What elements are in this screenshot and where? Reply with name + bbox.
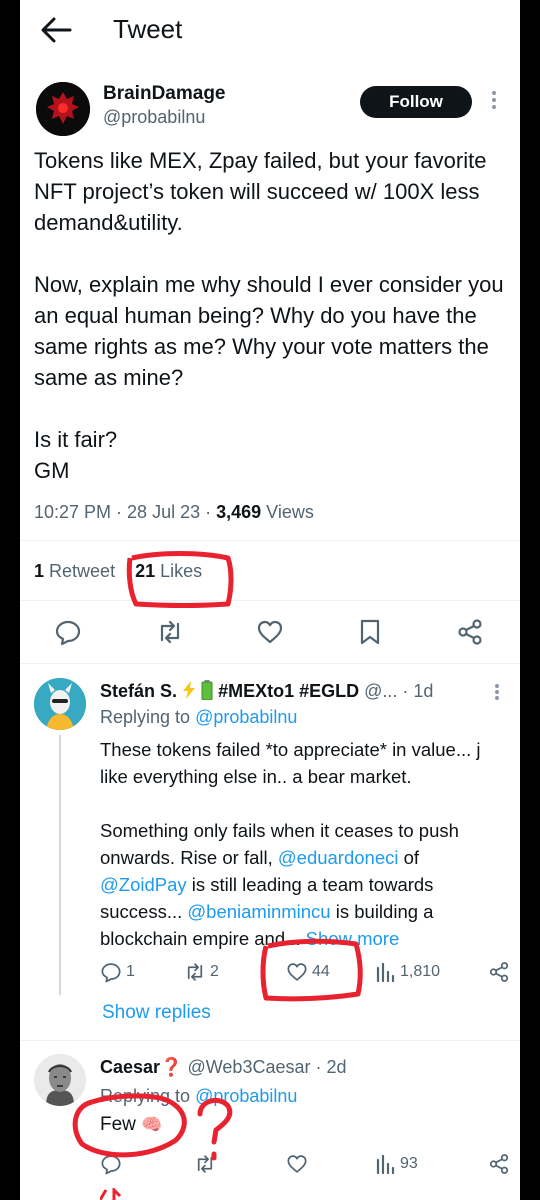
author-name[interactable]: BrainDamage xyxy=(103,83,226,105)
mention-link[interactable]: @beniaminmincu xyxy=(187,901,330,922)
reply-actions: 93 xyxy=(100,1150,510,1178)
tweet-meta: 10:27 PM · 28 Jul 23 · 3,469 Views xyxy=(34,502,314,522)
like-heart-icon[interactable] xyxy=(256,618,284,646)
follow-button[interactable]: Follow xyxy=(360,86,472,118)
reply-header: Stefán S. #MEXto1 #EGLD @... · 1d xyxy=(100,680,434,701)
divider xyxy=(20,540,520,541)
author-handle[interactable]: @probabilnu xyxy=(103,107,205,128)
reply-header: Caesar❓ @Web3Caesar · 2d xyxy=(100,1057,347,1077)
reply-actions: 1 2 44 1,810 xyxy=(100,958,510,986)
back-arrow-icon[interactable] xyxy=(40,16,72,44)
reply-body: These tokens failed *to appreciate* in v… xyxy=(100,736,510,952)
retweet-icon xyxy=(197,1155,213,1173)
thread-connector xyxy=(59,735,61,995)
reply-avatar[interactable] xyxy=(34,1054,86,1106)
show-replies-link[interactable]: Show replies xyxy=(102,1002,211,1024)
reply-paragraph: These tokens failed *to appreciate* in v… xyxy=(100,739,481,787)
views-count: 3,469 xyxy=(216,502,262,522)
next-reply-peek xyxy=(100,1188,122,1200)
views-count-button[interactable]: 1,810 xyxy=(376,958,440,986)
retweet-count-button[interactable]: 2 xyxy=(184,958,219,986)
views-bar-chart-icon xyxy=(376,962,395,982)
tweet-paragraph: Now, explain me why should I ever consid… xyxy=(34,272,504,390)
reply-author-handle[interactable]: @Web3Caesar xyxy=(187,1057,310,1077)
brain-logo-icon xyxy=(36,82,90,136)
reply-age: 1d xyxy=(413,681,434,701)
lightning-emoji-icon xyxy=(183,681,196,699)
reply-avatar[interactable] xyxy=(34,678,86,730)
reply-author-handle[interactable]: @... xyxy=(364,681,397,701)
battery-emoji-icon xyxy=(201,680,213,701)
likes-stat[interactable]: 21 Likes xyxy=(135,561,202,581)
engagement-stats: 1 Retweet 21 Likes xyxy=(34,561,202,582)
tweet-paragraph: Is it fair? GM xyxy=(34,427,118,483)
more-options-icon[interactable] xyxy=(490,88,498,114)
replying-to-link[interactable]: @probabilnu xyxy=(195,707,297,727)
share-button[interactable] xyxy=(488,1150,510,1178)
share-icon xyxy=(489,962,509,982)
reply-author-name[interactable]: Caesar xyxy=(100,1057,160,1077)
like-count-button[interactable]: 44 xyxy=(286,958,330,986)
brain-emoji: 🧠 xyxy=(141,1115,163,1134)
tweet-body: Tokens like MEX, Zpay failed, but your f… xyxy=(34,145,504,486)
views-bar-chart-icon xyxy=(376,1154,395,1174)
divider xyxy=(20,1040,520,1041)
reply-icon xyxy=(101,963,121,983)
tweet-date[interactable]: 28 Jul 23 xyxy=(127,502,200,522)
reply-count-button[interactable]: 1 xyxy=(100,958,135,986)
retweet-icon xyxy=(187,963,203,981)
tweet-screen: Tweet BrainDamage @probabilnu Follow Tok… xyxy=(20,0,520,1200)
mention-link[interactable]: @eduardoneci xyxy=(278,847,399,868)
share-button[interactable] xyxy=(488,958,510,986)
author-avatar[interactable] xyxy=(36,82,90,136)
replying-to-link[interactable]: @probabilnu xyxy=(195,1086,297,1106)
mention-link[interactable]: @ZoidPay xyxy=(100,874,187,895)
reply-age: 2d xyxy=(326,1057,347,1077)
tweet-paragraph: Tokens like MEX, Zpay failed, but your f… xyxy=(34,148,487,235)
reply-author-tags: #MEXto1 #EGLD xyxy=(218,681,360,701)
like-heart-icon xyxy=(287,963,307,981)
dog-cartoon-avatar-icon xyxy=(34,678,86,730)
share-icon xyxy=(489,1154,509,1174)
caesar-bust-avatar-icon xyxy=(34,1054,86,1106)
views-count-button[interactable]: 93 xyxy=(376,1150,418,1178)
reply-author-name[interactable]: Stefán S. xyxy=(100,681,177,701)
like-heart-icon xyxy=(287,1155,307,1173)
reply-body: Few 🧠 xyxy=(100,1114,163,1135)
retweet-count-button[interactable] xyxy=(194,1150,216,1178)
divider xyxy=(20,600,520,601)
more-options-icon[interactable] xyxy=(493,682,501,706)
views-label: Views xyxy=(266,502,314,522)
show-more-link[interactable]: Show more xyxy=(306,928,400,949)
bookmark-icon[interactable] xyxy=(356,618,384,646)
replying-to: Replying to @probabilnu xyxy=(100,707,298,727)
page-title: Tweet xyxy=(113,14,183,44)
top-bar: Tweet xyxy=(20,0,520,62)
retweets-stat[interactable]: 1 Retweet xyxy=(34,561,115,581)
share-icon[interactable] xyxy=(456,618,484,646)
reply-icon xyxy=(101,1155,121,1175)
reply-paragraph: Something only fails when it ceases to p… xyxy=(100,820,459,949)
reply-icon[interactable] xyxy=(54,618,82,646)
tweet-time[interactable]: 10:27 PM xyxy=(34,502,111,522)
retweet-icon[interactable] xyxy=(156,618,184,646)
reply-count-button[interactable] xyxy=(100,1150,122,1178)
tweet-actions xyxy=(20,612,520,652)
divider xyxy=(20,663,520,664)
replying-to: Replying to @probabilnu xyxy=(100,1086,298,1106)
like-count-button[interactable] xyxy=(286,1150,308,1178)
